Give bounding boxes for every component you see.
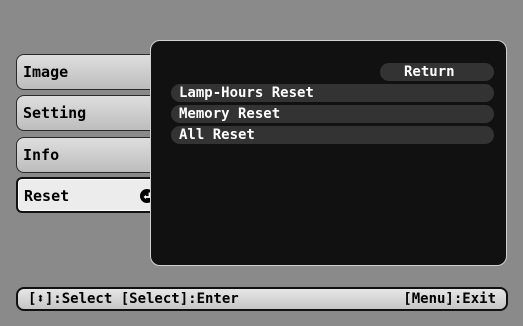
tab-setting[interactable]: Setting <box>16 95 162 131</box>
tab-info-label: Info <box>23 146 60 164</box>
tab-info[interactable]: Info <box>16 137 162 173</box>
all-reset-label: All Reset <box>179 127 255 143</box>
status-help-exit: [Menu]:Exit <box>403 291 496 307</box>
tab-setting-label: Setting <box>23 104 87 122</box>
all-reset-item[interactable]: All Reset <box>171 126 494 144</box>
memory-reset-item[interactable]: Memory Reset <box>171 105 494 123</box>
tab-reset-label: Reset <box>24 187 70 205</box>
tab-reset[interactable]: Reset <box>16 177 162 213</box>
tab-image[interactable]: Image <box>16 54 162 90</box>
reset-panel: Return Lamp-Hours Reset Memory Reset All… <box>150 40 507 266</box>
return-label: Return <box>404 64 455 80</box>
tab-image-label: Image <box>23 63 69 81</box>
status-bar: [⬍]:Select [Select]:Enter [Menu]:Exit <box>16 287 508 311</box>
memory-reset-label: Memory Reset <box>179 106 281 122</box>
lamp-hours-reset-label: Lamp-Hours Reset <box>179 85 314 101</box>
status-help-select-enter: [⬍]:Select [Select]:Enter <box>28 291 239 307</box>
lamp-hours-reset-item[interactable]: Lamp-Hours Reset <box>171 84 494 102</box>
projector-menu-screen: Image Setting Info Reset Return Lamp-Hou… <box>0 0 523 326</box>
return-button[interactable]: Return <box>380 63 494 81</box>
